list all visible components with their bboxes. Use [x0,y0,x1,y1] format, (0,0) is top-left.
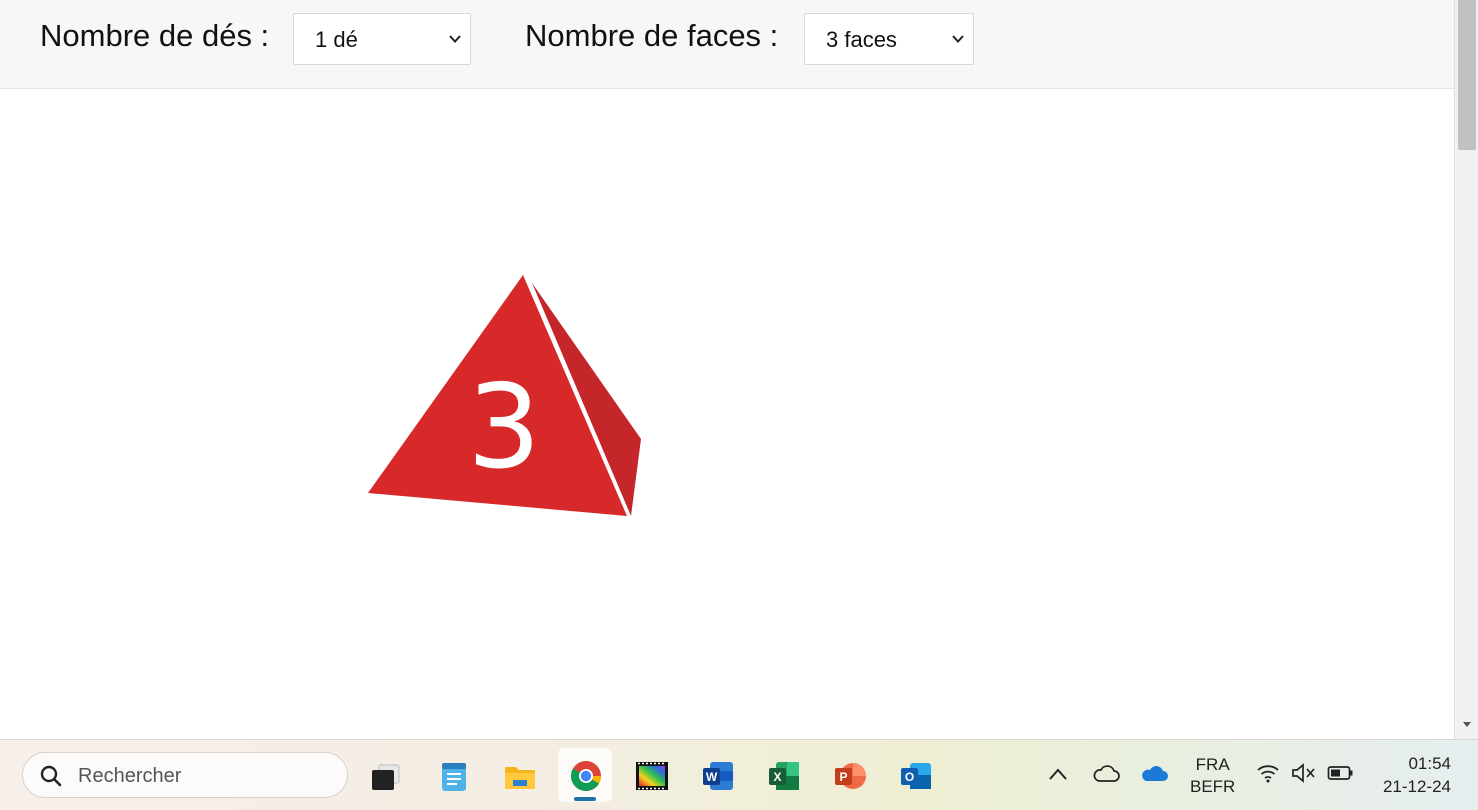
volume-muted-icon[interactable] [1291,763,1317,783]
search-icon [40,765,62,787]
die-face-number: 3 [467,360,541,495]
dice-controls-bar: Nombre de dés : 1 dé Nombre de faces : 3… [0,0,1454,89]
onedrive-icon[interactable] [1140,764,1168,784]
taskbar-clock[interactable]: 01:54 21-12-24 [1383,752,1451,798]
language-code: FRA [1195,755,1230,774]
dice-count-select[interactable]: 1 dé [293,13,471,65]
search-placeholder: Rechercher [78,765,182,787]
active-app-indicator [574,797,596,801]
media-player-app[interactable] [624,748,678,802]
vertical-scrollbar[interactable] [1454,0,1478,739]
face-count-select[interactable]: 3 faces [804,13,974,65]
d3-die[interactable]: 3 [0,89,1454,739]
word-app[interactable]: W [690,748,744,802]
battery-icon[interactable] [1327,764,1355,782]
task-view-icon [372,764,400,790]
excel-app[interactable]: X [756,748,810,802]
excel-icon: X [769,762,799,790]
face-count-label: Nombre de faces : [525,18,779,53]
dice-count-label: Nombre de dés : [40,18,270,53]
word-icon: W [703,762,733,790]
svg-text:W: W [706,770,718,784]
scrollbar-thumb[interactable] [1458,0,1476,150]
svg-text:O: O [905,770,914,784]
cloud-icon[interactable] [1092,764,1120,784]
windows-taskbar: Rechercher W X P O FRA BEFR 01:54 21-12-… [0,739,1478,810]
scroll-down-arrow-icon[interactable] [1461,718,1473,730]
folder-icon [505,767,535,789]
chevron-up-icon[interactable] [1047,764,1069,784]
file-explorer-app[interactable] [492,748,546,802]
clock-time: 01:54 [1408,754,1451,773]
keyboard-layout-code: BEFR [1190,777,1236,796]
dice-count-value: 1 dé [315,27,358,52]
chevron-down-icon [952,35,964,43]
film-strip-icon [636,762,668,790]
svg-text:X: X [773,770,781,784]
powerpoint-icon: P [835,763,866,789]
chrome-icon [571,761,601,792]
task-view-button[interactable] [358,748,412,802]
outlook-icon: O [901,763,931,789]
face-count-value: 3 faces [826,27,897,52]
keyboard-language-indicator[interactable]: FRA BEFR [1190,754,1235,798]
dice-stage: 3 [0,89,1454,739]
notepad-app[interactable] [426,748,480,802]
svg-text:P: P [839,770,847,784]
notepad-icon [442,763,466,791]
chrome-app[interactable] [558,748,612,802]
wifi-icon[interactable] [1256,762,1280,784]
powerpoint-app[interactable]: P [822,748,876,802]
clock-date: 21-12-24 [1382,777,1451,796]
taskbar-search-box[interactable]: Rechercher [22,752,348,798]
chevron-down-icon [449,35,461,43]
outlook-app[interactable]: O [888,748,942,802]
